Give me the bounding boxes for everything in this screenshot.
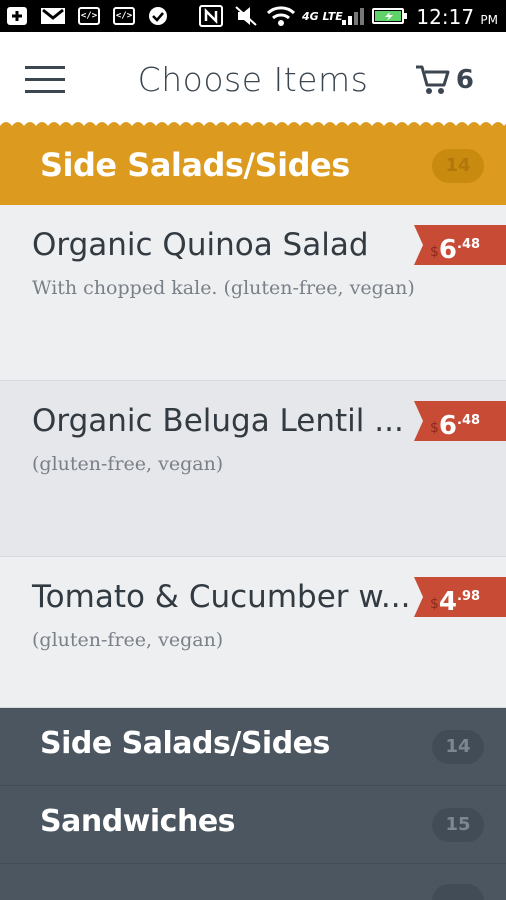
category-count-badge xyxy=(432,884,484,900)
category-title: Side Salads/Sides xyxy=(40,146,350,184)
add-icon xyxy=(6,6,28,26)
check-icon xyxy=(146,6,170,26)
category-row[interactable]: Sandwiches 15 xyxy=(0,786,506,864)
gmail-icon xyxy=(40,6,66,26)
signal-icon xyxy=(340,6,368,26)
item-name: Organic Quinoa Salad xyxy=(32,227,369,263)
category-count-badge: 14 xyxy=(432,730,484,764)
item-description: With chopped kale. (gluten-free, vegan) xyxy=(32,277,415,299)
category-row[interactable]: Side Salads/Sides 14 xyxy=(0,708,506,786)
code-icon: </> xyxy=(113,6,135,26)
category-count-badge: 15 xyxy=(432,808,484,842)
cart-count: 6 xyxy=(455,65,474,95)
item-description: (gluten-free, vegan) xyxy=(32,629,224,651)
status-bar: </> </> 4G LTE 12:17 PM xyxy=(0,0,506,32)
menu-item[interactable]: Tomato & Cucumber w... (gluten-free, veg… xyxy=(0,557,506,708)
item-name: Tomato & Cucumber w... xyxy=(32,579,411,615)
menu-item[interactable]: Organic Quinoa Salad With chopped kale. … xyxy=(0,205,506,381)
app-bar: Choose Items 6 xyxy=(0,32,506,124)
cart-icon xyxy=(415,65,450,94)
category-header-active[interactable]: Side Salads/Sides 14 xyxy=(0,128,506,205)
menu-item[interactable]: Organic Beluga Lentil ... (gluten-free, … xyxy=(0,381,506,557)
price-tag: $6.48 xyxy=(414,401,506,441)
battery-icon xyxy=(372,6,408,26)
network-type: 4G LTE xyxy=(302,9,343,23)
category-title: Side Salads/Sides xyxy=(40,726,330,761)
nfc-icon xyxy=(198,5,224,27)
item-name: Organic Beluga Lentil ... xyxy=(32,403,404,439)
category-row[interactable] xyxy=(0,864,506,900)
category-count-badge: 14 xyxy=(432,149,484,183)
item-description: (gluten-free, vegan) xyxy=(32,453,224,475)
wifi-icon xyxy=(266,6,296,26)
mute-icon xyxy=(234,6,258,26)
price-tag: $6.48 xyxy=(414,225,506,265)
scallop-divider xyxy=(0,122,506,132)
clock: 12:17 PM xyxy=(416,5,498,29)
code-icon: </> xyxy=(78,6,100,26)
cart-button[interactable]: 6 xyxy=(414,64,474,96)
category-list: Side Salads/Sides 14 Sandwiches 15 xyxy=(0,708,506,900)
price-tag: $4.98 xyxy=(414,577,506,617)
category-title: Sandwiches xyxy=(40,804,236,839)
